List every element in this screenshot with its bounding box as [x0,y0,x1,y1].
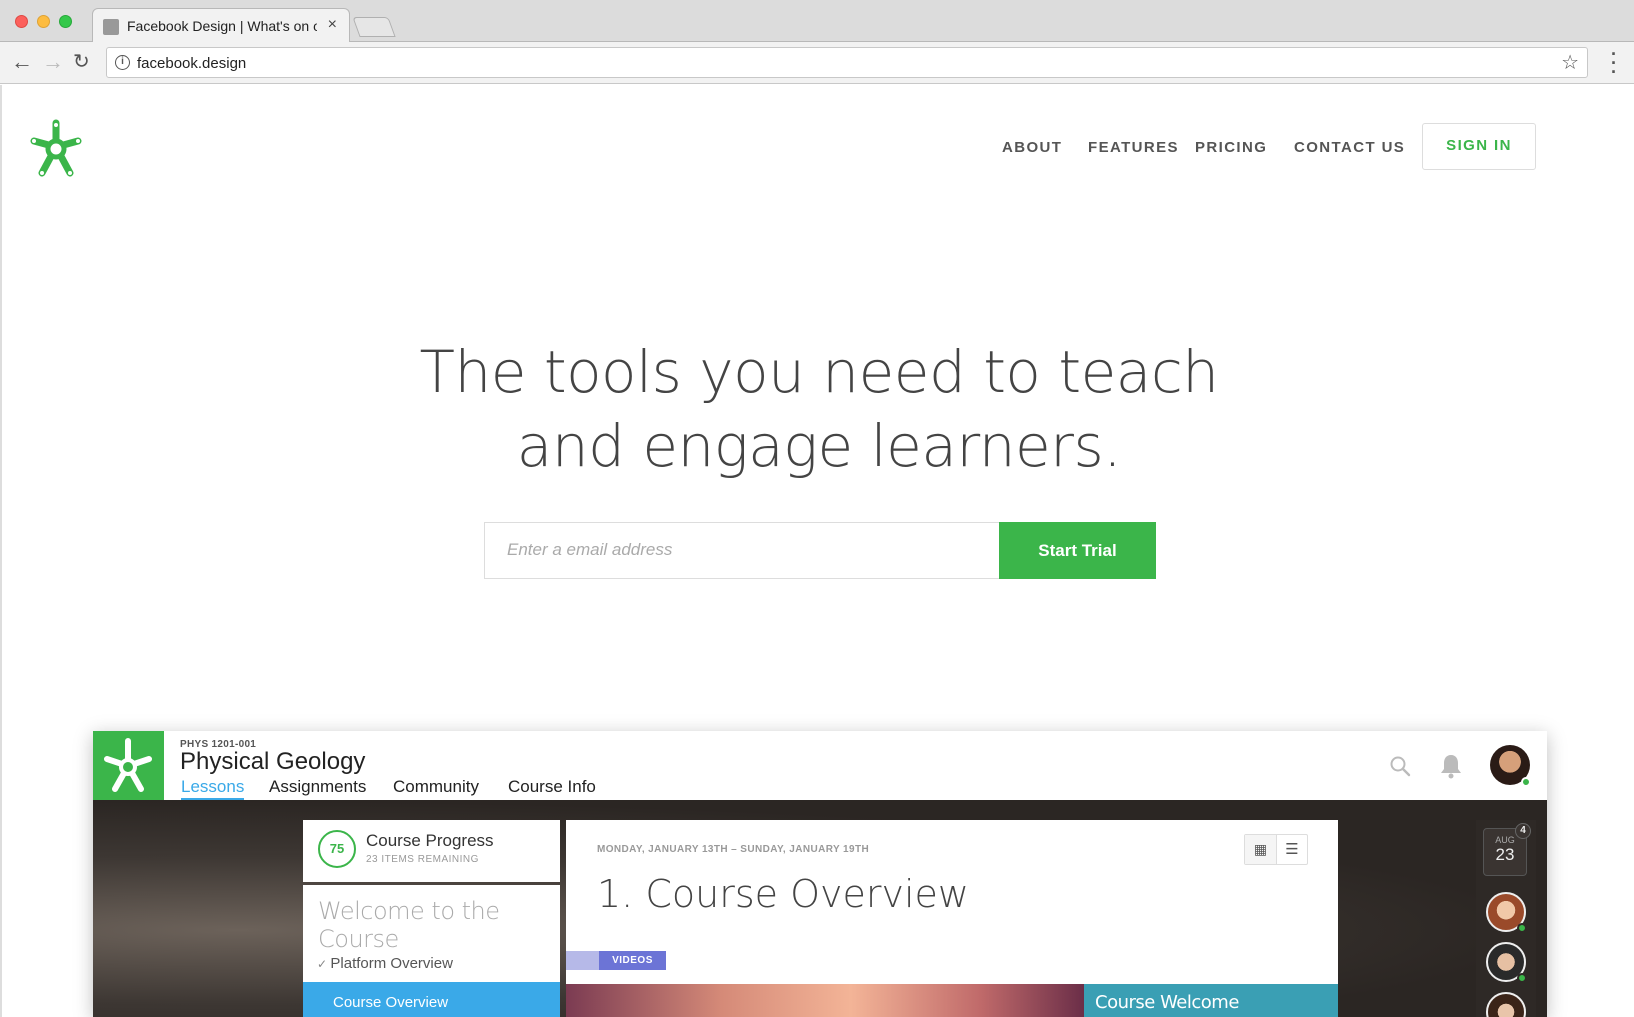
course-title: Physical Geology [180,748,366,775]
new-tab-button[interactable] [352,17,396,37]
tab-lessons[interactable]: Lessons [181,777,245,800]
outline-heading: Welcome to the Course [318,897,500,953]
browser-tab-bar: Facebook Design | What's on o × [0,0,1634,43]
nav-about[interactable]: ABOUT [1002,139,1062,156]
video-thumbnail[interactable] [566,984,1084,1017]
view-toggle: ▦ ☰ [1244,834,1308,865]
progress-title: Course Progress [366,831,494,850]
app-asterisk-icon [104,738,152,792]
browser-toolbar: ← → ↻ i facebook.design ☆ · · · [0,42,1634,84]
outline-item-platform-overview[interactable]: ✓ Platform Overview [317,955,453,972]
online-status-dot [1521,777,1531,787]
member-avatar[interactable] [1486,992,1526,1017]
maximize-window-button[interactable] [59,15,72,28]
nav-features[interactable]: FEATURES [1088,139,1179,156]
tab-course-info[interactable]: Course Info [508,777,596,797]
videos-badge: VIDEOS [599,951,666,970]
hero-headline: The tools you need to teach and engage l… [342,335,1296,483]
check-icon: ✓ [317,957,331,971]
tab-community[interactable]: Community [393,777,479,797]
lesson-content-card: MONDAY, JANUARY 13TH – SUNDAY, JANUARY 1… [566,820,1338,1017]
sign-in-button[interactable]: SIGN IN [1422,123,1536,170]
list-view-icon[interactable]: ☰ [1277,835,1307,864]
nav-contact-us[interactable]: CONTACT US [1294,139,1405,156]
forward-arrow-icon[interactable]: → [42,50,64,74]
start-trial-button[interactable]: Start Trial [999,522,1156,579]
minimize-window-button[interactable] [37,15,50,28]
online-status-dot [1517,973,1527,983]
hero-line-2: and engage learners. [516,412,1122,480]
asterisk-logo-icon[interactable] [24,117,88,181]
browser-menu-icon[interactable]: · · · [1606,45,1620,81]
info-icon[interactable]: i [115,55,130,70]
browser-tab[interactable]: Facebook Design | What's on o × [92,8,350,43]
course-progress-card[interactable]: 75 Course Progress 23 ITEMS REMAINING [303,820,560,882]
outline-item-label: Platform Overview [330,955,453,972]
back-arrow-icon[interactable]: ← [11,50,33,74]
bell-icon[interactable] [1439,753,1463,779]
url-text[interactable]: facebook.design [137,55,246,72]
course-welcome-card[interactable]: Course Welcome [1084,984,1338,1017]
reload-icon[interactable]: ↻ [73,50,90,74]
calendar-badge: 4 [1515,823,1531,839]
bookmark-star-icon[interactable]: ☆ [1561,50,1579,75]
close-window-button[interactable] [15,15,28,28]
activity-rail: AUG 23 4 [1476,820,1536,1017]
course-outline: Welcome to the Course ✓ Platform Overvie… [303,885,560,1017]
tab-title: Facebook Design | What's on o [127,18,317,34]
favicon-icon [103,19,119,35]
hero-line-1: The tools you need to teach [419,338,1219,406]
week-range: MONDAY, JANUARY 13TH – SUNDAY, JANUARY 1… [597,844,870,855]
page-content: ABOUT FEATURES PRICING CONTACT US SIGN I… [0,85,1634,1017]
close-tab-icon[interactable]: × [328,16,337,34]
progress-remaining: 23 ITEMS REMAINING [366,854,479,865]
online-status-dot [1517,923,1527,933]
grid-view-icon[interactable]: ▦ [1245,835,1277,864]
app-preview: PHYS 1201-001 Physical Geology Lessons A… [93,731,1547,1017]
outline-item-course-overview[interactable]: Course Overview [303,982,560,1017]
app-body: 75 Course Progress 23 ITEMS REMAINING We… [93,800,1547,1017]
calendar-day: 23 [1495,845,1515,864]
email-input[interactable]: Enter a email address [484,522,1000,579]
nav-pricing[interactable]: PRICING [1195,139,1267,156]
address-bar[interactable]: i facebook.design ☆ [106,47,1588,78]
tab-assignments[interactable]: Assignments [269,777,366,797]
app-logo [93,731,164,800]
search-icon[interactable] [1389,755,1411,777]
lesson-title: 1. Course Overview [597,872,969,916]
progress-ring: 75 [318,830,356,868]
